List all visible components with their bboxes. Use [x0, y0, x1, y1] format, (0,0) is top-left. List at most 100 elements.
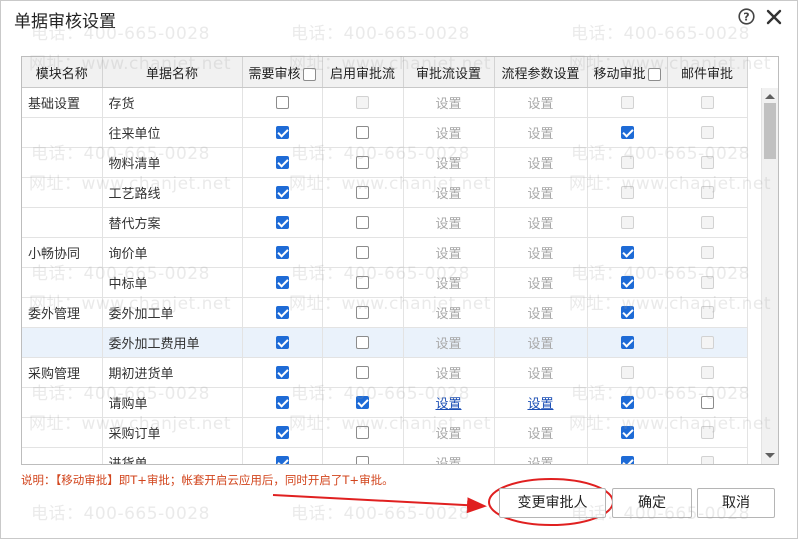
watermark-text: 电话：400-665-0028: [31, 504, 210, 524]
help-icon[interactable]: ?: [738, 8, 755, 25]
table-row[interactable]: 中标单 设置 设置: [22, 267, 748, 298]
mobile-approval-checkbox: [620, 96, 634, 109]
mobile-approval-checkbox: [620, 216, 634, 229]
need-approval-checkbox[interactable]: [275, 366, 289, 379]
svg-text:?: ?: [743, 11, 749, 24]
mobile-approval-checkbox[interactable]: [620, 426, 634, 439]
module-name-cell: [22, 147, 103, 178]
flow-settings-link: 设置: [435, 277, 462, 292]
document-name-cell: 请购单: [102, 387, 243, 418]
document-name-cell: 存货: [102, 87, 243, 118]
document-name-cell: 进货单: [102, 447, 243, 464]
mobile-approval-checkbox: [620, 186, 634, 199]
mobile-approval-checkbox[interactable]: [620, 126, 634, 139]
flow-settings-link: 设置: [435, 157, 462, 172]
mail-approval-checkbox: [700, 126, 714, 139]
mail-approval-checkbox: [700, 306, 714, 319]
enable-flow-checkbox[interactable]: [356, 336, 369, 349]
table-row[interactable]: 小畅协同 询价单 设置 设置: [22, 237, 748, 268]
need-approval-checkbox[interactable]: [275, 186, 289, 199]
need-approval-checkbox[interactable]: [275, 276, 289, 289]
mobile-approval-checkbox[interactable]: [620, 456, 634, 464]
col-header-need-approval: 需要审核: [242, 57, 323, 88]
scroll-down-arrow-icon[interactable]: [765, 453, 775, 458]
module-name-cell: [22, 177, 103, 208]
enable-flow-checkbox[interactable]: [356, 126, 369, 139]
scroll-up-arrow-icon[interactable]: [765, 94, 775, 99]
enable-flow-checkbox[interactable]: [356, 246, 369, 259]
mobile-approval-checkbox[interactable]: [620, 306, 634, 319]
table-row[interactable]: 采购管理 期初进货单 设置 设置: [22, 357, 748, 388]
need-approval-checkbox[interactable]: [275, 426, 289, 439]
enable-flow-checkbox[interactable]: [356, 366, 369, 379]
need-approval-checkbox[interactable]: [275, 126, 289, 139]
need-approval-checkbox[interactable]: [275, 306, 289, 319]
flow-settings-link: 设置: [435, 427, 462, 442]
table-row[interactable]: 请购单 设置 设置: [22, 387, 748, 418]
close-icon[interactable]: [766, 9, 782, 25]
table-row[interactable]: 委外管理 委外加工单 设置 设置: [22, 297, 748, 328]
mail-approval-checkbox: [700, 186, 714, 199]
enable-flow-checkbox[interactable]: [356, 186, 369, 199]
flow-settings-link: 设置: [435, 127, 462, 142]
table-row[interactable]: 物料清单 设置 设置: [22, 147, 748, 178]
need-approval-checkbox[interactable]: [275, 216, 289, 229]
table-row[interactable]: 往来单位 设置 设置: [22, 117, 748, 148]
change-approver-button[interactable]: 变更审批人: [499, 488, 606, 518]
flow-params-link: 设置: [527, 427, 554, 442]
flow-settings-link: 设置: [435, 307, 462, 322]
mobile-approval-checkbox[interactable]: [620, 396, 634, 409]
module-name-cell: [22, 267, 103, 298]
flow-settings-link: 设置: [435, 337, 462, 352]
ok-button[interactable]: 确定: [612, 488, 692, 518]
scrollbar-thumb[interactable]: [764, 103, 776, 159]
col-header-flow-settings: 审批流设置: [403, 57, 495, 88]
mail-approval-checkbox: [700, 216, 714, 229]
table-row[interactable]: 采购订单 设置 设置: [22, 417, 748, 448]
select-all-need-approval-checkbox[interactable]: [302, 67, 316, 81]
enable-flow-checkbox[interactable]: [356, 156, 369, 169]
need-approval-checkbox[interactable]: [275, 96, 289, 109]
table-row[interactable]: 进货单 设置 设置: [22, 447, 748, 464]
flow-params-link[interactable]: 设置: [527, 397, 553, 412]
col-header-mail-approval: 邮件审批: [667, 57, 748, 88]
document-name-cell: 委外加工费用单: [102, 327, 243, 358]
col-header-document: 单据名称: [102, 57, 243, 88]
module-name-cell: [22, 417, 103, 448]
approval-grid: 模块名称 单据名称 需要审核 启用审批流 审批流设置 流程参数设置 移动审批 邮…: [21, 56, 779, 465]
mail-approval-checkbox: [700, 276, 714, 289]
col-header-enable-flow: 启用审批流: [322, 57, 404, 88]
document-name-cell: 中标单: [102, 267, 243, 298]
mobile-approval-checkbox[interactable]: [620, 336, 634, 349]
table-row[interactable]: 基础设置 存货 设置 设置: [22, 87, 748, 118]
document-name-cell: 替代方案: [102, 207, 243, 238]
enable-flow-checkbox[interactable]: [356, 456, 369, 464]
need-approval-checkbox[interactable]: [275, 456, 289, 464]
select-all-mobile-approval-checkbox[interactable]: [647, 67, 661, 81]
need-approval-checkbox[interactable]: [275, 156, 289, 169]
enable-flow-checkbox[interactable]: [356, 276, 369, 289]
mobile-approval-checkbox: [620, 366, 634, 379]
need-approval-checkbox[interactable]: [275, 396, 289, 409]
table-row[interactable]: 工艺路线 设置 设置: [22, 177, 748, 208]
mobile-approval-checkbox[interactable]: [620, 246, 634, 259]
flow-params-link: 设置: [527, 337, 554, 352]
enable-flow-checkbox[interactable]: [356, 306, 369, 319]
enable-flow-checkbox[interactable]: [356, 396, 369, 409]
flow-settings-link: 设置: [435, 97, 462, 112]
table-row[interactable]: 委外加工费用单 设置 设置: [22, 327, 748, 358]
mobile-approval-checkbox[interactable]: [620, 276, 634, 289]
flow-settings-link: 设置: [435, 367, 462, 382]
need-approval-checkbox[interactable]: [275, 336, 289, 349]
col-header-module: 模块名称: [22, 57, 103, 88]
grid-scrollbar[interactable]: [761, 88, 778, 464]
cancel-button[interactable]: 取消: [697, 488, 775, 518]
mail-approval-checkbox[interactable]: [700, 396, 714, 409]
col-header-mobile-approval: 移动审批: [587, 57, 668, 88]
module-name-cell: [22, 207, 103, 238]
flow-settings-link[interactable]: 设置: [435, 397, 461, 412]
enable-flow-checkbox[interactable]: [356, 216, 369, 229]
enable-flow-checkbox[interactable]: [356, 426, 369, 439]
table-row[interactable]: 替代方案 设置 设置: [22, 207, 748, 238]
need-approval-checkbox[interactable]: [275, 246, 289, 259]
